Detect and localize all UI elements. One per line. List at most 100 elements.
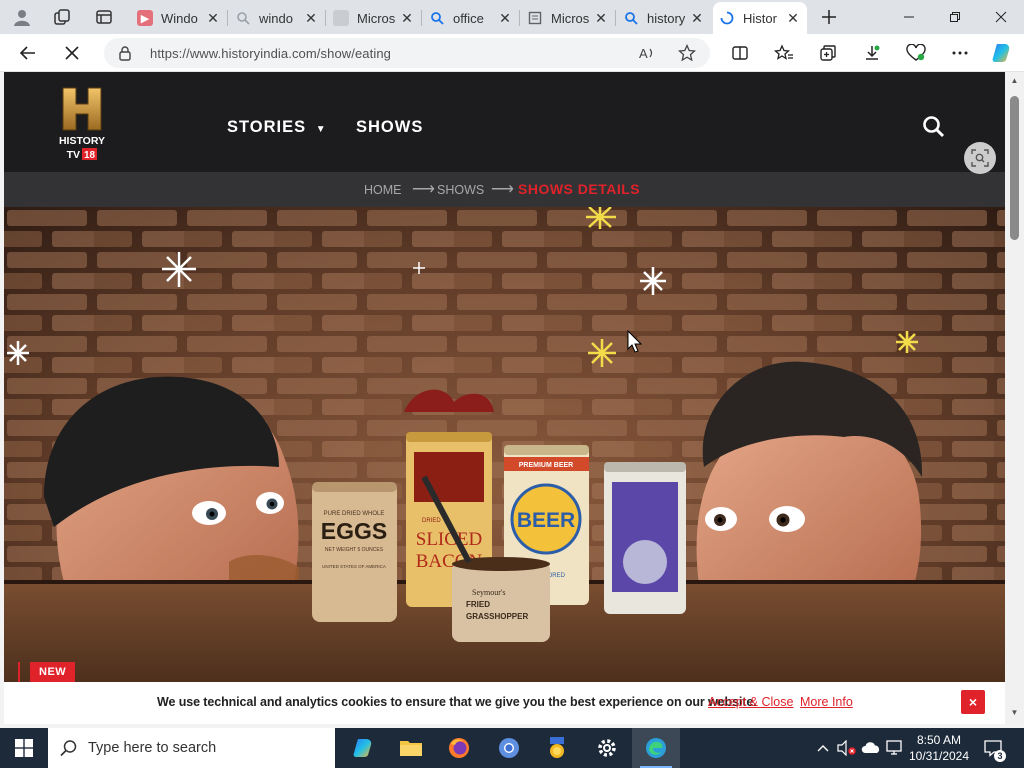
tab-1[interactable]: ▶ Windo ✕ <box>131 4 228 32</box>
close-tab-icon[interactable]: ✕ <box>689 10 705 26</box>
volume-muted-icon[interactable] <box>836 728 858 768</box>
show-hidden-icons-chevron-icon[interactable] <box>812 728 834 768</box>
tab-4[interactable]: office ✕ <box>423 4 520 32</box>
favorite-star-icon[interactable] <box>677 43 697 67</box>
browser-toolbar: https://www.historyindia.com/show/eating… <box>0 34 1024 72</box>
taskbar-search-box[interactable]: Type here to search <box>48 728 335 768</box>
page-scrollbar[interactable]: ▲ ▼ <box>1005 72 1024 724</box>
logo-18-badge: 18 <box>84 150 96 161</box>
settings-gear-icon[interactable] <box>583 728 631 768</box>
restore-button[interactable] <box>932 0 978 34</box>
breadcrumb: HOME ⟶ SHOWS ⟶ SHOWS DETAILS <box>4 172 1005 207</box>
address-bar[interactable]: https://www.historyindia.com/show/eating… <box>104 38 710 68</box>
visual-search-button[interactable] <box>964 142 996 174</box>
read-aloud-icon[interactable]: A <box>638 44 656 67</box>
url-text[interactable]: https://www.historyindia.com/show/eating <box>150 46 391 61</box>
close-window-button[interactable] <box>978 0 1024 34</box>
award-app-icon[interactable] <box>533 728 581 768</box>
document-icon <box>527 10 543 26</box>
eggs-can: PURE DRIED WHOLE EGGS NET WEIGHT 5 OUNCE… <box>312 482 397 622</box>
breadcrumb-current: SHOWS DETAILS <box>518 181 641 197</box>
new-badge-label: NEW <box>30 662 76 682</box>
breadcrumb-home[interactable]: HOME <box>364 183 402 197</box>
more-info-link[interactable]: More Info <box>800 695 853 709</box>
grasshopper-can-label-1: Seymour's <box>472 588 505 597</box>
youtube-icon: ▶ <box>137 10 153 26</box>
nav-shows[interactable]: SHOWS <box>356 118 423 137</box>
windows-logo-icon <box>15 739 33 757</box>
collections-icon[interactable] <box>814 40 842 66</box>
browser-essentials-icon[interactable] <box>902 40 930 66</box>
tab-active[interactable]: Histor ✕ <box>713 2 807 34</box>
close-tab-icon[interactable]: ✕ <box>205 10 221 26</box>
onedrive-cloud-icon[interactable] <box>860 728 882 768</box>
notification-count-badge: 3 <box>994 750 1006 762</box>
new-tab-icon[interactable] <box>817 5 841 29</box>
workspaces-icon[interactable] <box>50 5 74 29</box>
dropdown-caret-icon: ▼ <box>315 124 327 135</box>
logo-tv-text: TV <box>67 149 80 161</box>
taskbar-clock[interactable]: 8:50 AM 10/31/2024 <box>902 732 976 764</box>
nav-stories-label: STORIES <box>227 118 307 136</box>
favorites-icon[interactable] <box>770 40 798 66</box>
page-viewport: HISTORY TV 18 STORIES ▼ SHOWS HOME ⟶ SHO… <box>4 72 1005 724</box>
start-button[interactable] <box>0 728 48 768</box>
grasshopper-can-label-3: GRASSHOPPER <box>466 612 528 621</box>
breadcrumb-arrow-icon: ⟶ <box>412 181 435 198</box>
page-icon <box>333 10 349 26</box>
bing-search-icon <box>429 10 445 26</box>
cookie-close-button[interactable]: × <box>961 690 985 714</box>
nav-stories[interactable]: STORIES ▼ <box>227 118 327 137</box>
split-screen-icon[interactable] <box>726 40 754 66</box>
tab-title: history <box>647 10 685 26</box>
minimize-button[interactable] <box>886 0 932 34</box>
windows-taskbar: Type here to search 8:50 AM 10/31/2024 3 <box>0 728 1024 768</box>
edge-browser-icon[interactable] <box>632 728 680 768</box>
site-search-icon[interactable] <box>921 114 947 140</box>
tab-6[interactable]: history ✕ <box>617 4 711 32</box>
tab-title: office <box>453 10 484 26</box>
scroll-down-arrow-icon[interactable]: ▼ <box>1010 708 1019 717</box>
scroll-up-arrow-icon[interactable]: ▲ <box>1010 76 1019 85</box>
firefox-icon[interactable] <box>435 728 483 768</box>
scroll-thumb[interactable] <box>1010 96 1019 240</box>
profile-icon[interactable] <box>10 5 34 29</box>
badge-accent-bar <box>18 662 20 682</box>
eggs-can-title: EGGS <box>321 518 387 544</box>
breadcrumb-arrow-icon: ⟶ <box>491 181 514 198</box>
back-button[interactable] <box>14 40 42 66</box>
accept-cookies-link[interactable]: Accept & Close <box>708 695 793 709</box>
copilot-icon[interactable] <box>988 40 1016 66</box>
stop-loading-button[interactable] <box>58 40 86 66</box>
space-can <box>604 462 686 614</box>
history-tv18-logo[interactable]: HISTORY TV 18 <box>54 86 110 164</box>
tab-3[interactable]: Micros ✕ <box>327 4 422 32</box>
close-tab-icon[interactable]: ✕ <box>593 10 609 26</box>
file-explorer-icon[interactable] <box>387 728 435 768</box>
bacon-can-label: DRIED <box>422 518 441 524</box>
downloads-icon[interactable] <box>858 40 886 66</box>
close-tab-icon[interactable]: ✕ <box>303 10 319 26</box>
tab-title: windo <box>259 10 293 26</box>
notification-center-icon[interactable] <box>982 728 1004 768</box>
copilot-taskbar-icon[interactable] <box>339 728 387 768</box>
bacon-can-title-1: SLICED <box>416 529 483 550</box>
hero-banner-image: PURE DRIED WHOLE EGGS NET WEIGHT 5 OUNCE… <box>4 207 1005 724</box>
tab-2[interactable]: windo ✕ <box>229 4 326 32</box>
tab-5[interactable]: Micros ✕ <box>521 4 616 32</box>
close-tab-icon[interactable]: ✕ <box>399 10 415 26</box>
eggs-can-sub: NET WEIGHT 5 OUNCES <box>325 547 384 553</box>
tab-title: Micros <box>357 10 395 26</box>
tab-title: Histor <box>743 10 777 26</box>
grasshopper-can-label-2: FRIED <box>466 600 490 609</box>
search-icon <box>60 739 78 762</box>
more-options-icon[interactable] <box>946 40 974 66</box>
beer-can-title: BEER <box>517 509 575 532</box>
lock-icon[interactable] <box>118 45 132 66</box>
breadcrumb-shows[interactable]: SHOWS <box>437 183 484 197</box>
close-tab-icon[interactable]: ✕ <box>785 10 801 26</box>
tab-actions-icon[interactable] <box>92 5 116 29</box>
close-tab-icon[interactable]: ✕ <box>497 10 513 26</box>
logo-history-text: HISTORY <box>59 135 105 147</box>
chrome-icon[interactable] <box>485 728 533 768</box>
